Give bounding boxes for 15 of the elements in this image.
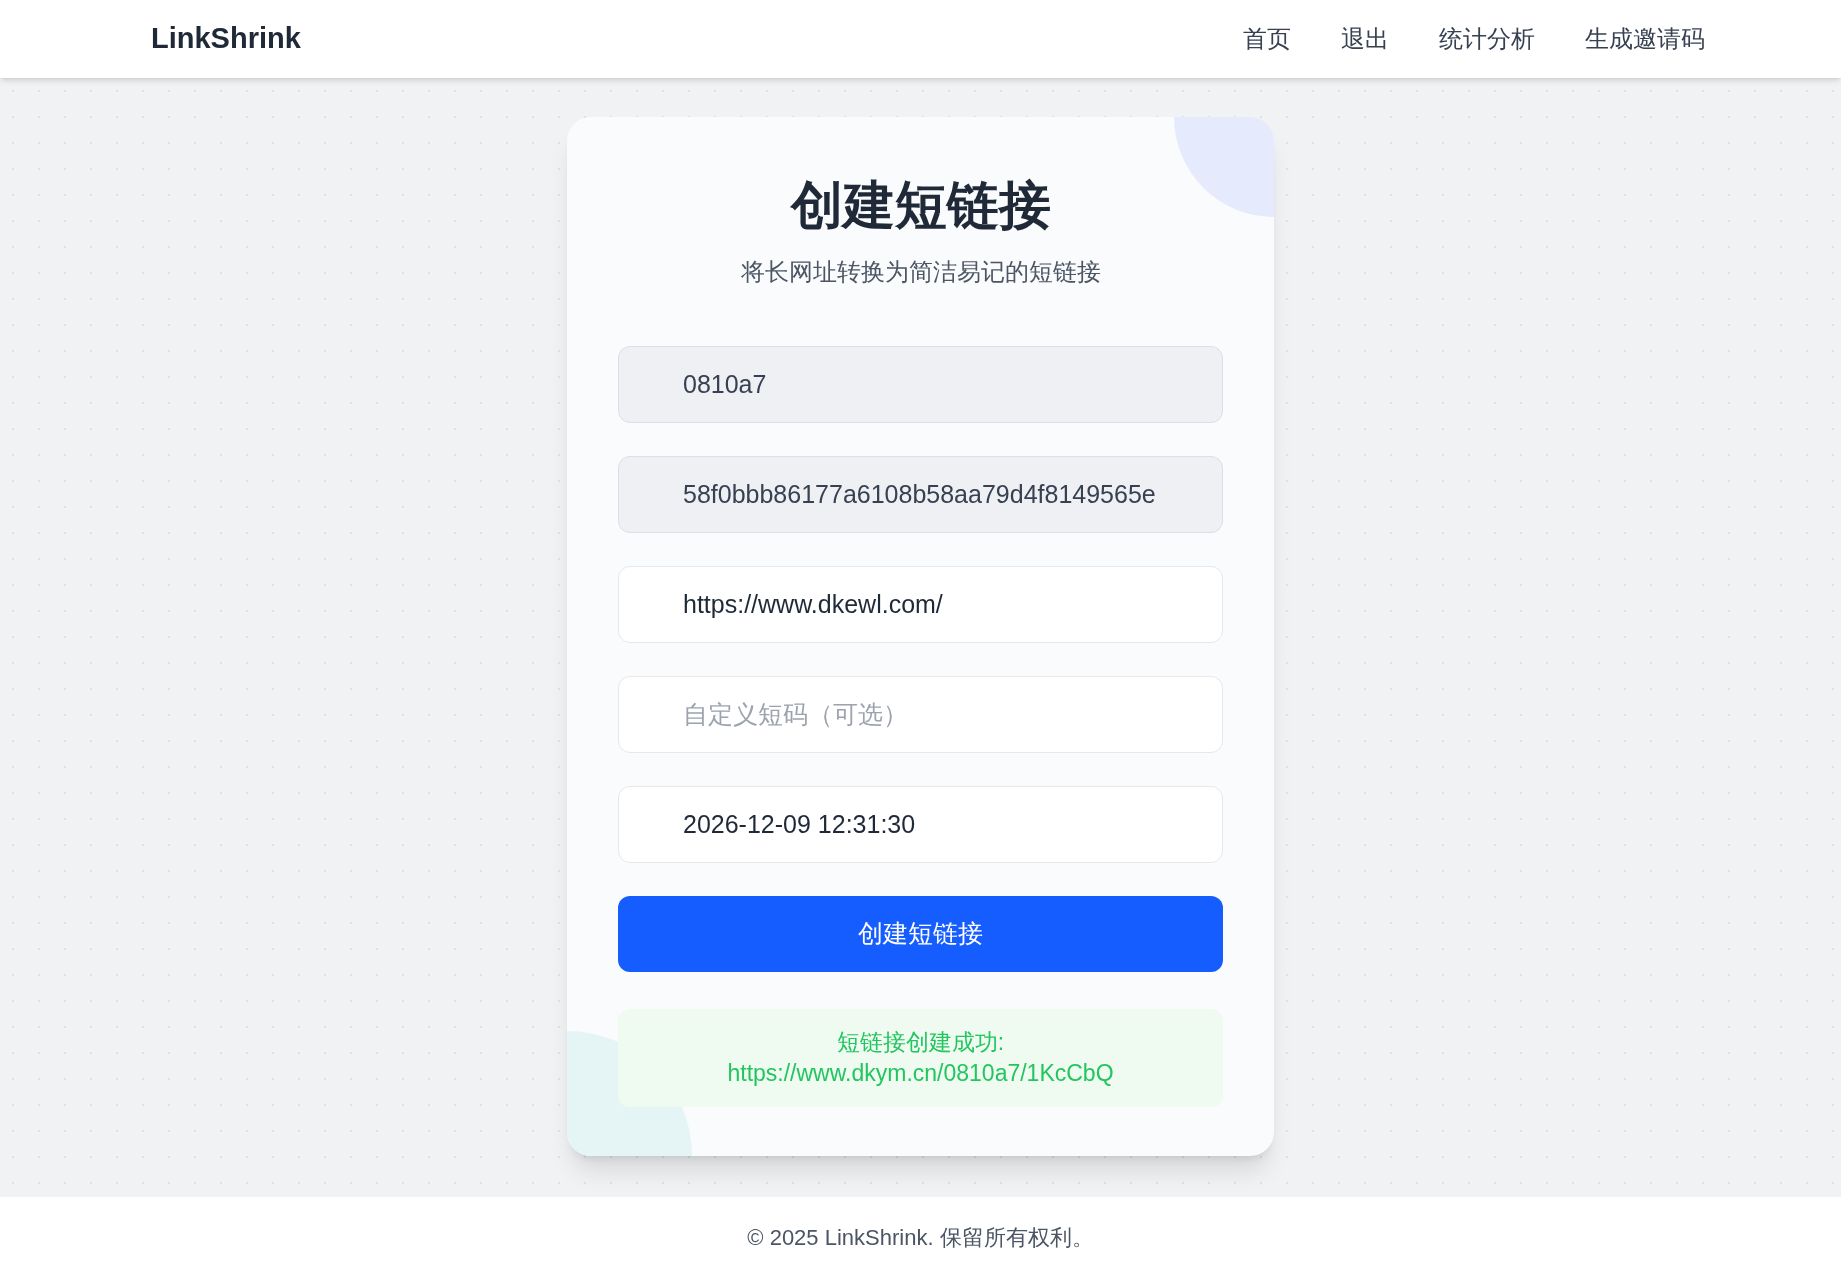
success-text: 短链接创建成功: bbox=[836, 1028, 1005, 1057]
copyright-text: © 2025 LinkShrink. 保留所有权利。 bbox=[747, 1224, 1094, 1252]
input-field[interactable]: 58f0bbb86177a6108b58aa79d4f8149565e bbox=[618, 456, 1223, 533]
input-field[interactable]: https://www.dkewl.com/ bbox=[618, 566, 1223, 643]
nav-link[interactable]: 退出 bbox=[1341, 21, 1389, 57]
input-field[interactable]: 2026-12-09 12:31:30 bbox=[618, 786, 1223, 863]
nav-link[interactable]: 统计分析 bbox=[1439, 21, 1535, 57]
card-subtitle: 将长网址转换为简洁易记的短链接 bbox=[740, 257, 1101, 287]
nav-link[interactable]: 生成邀请码 bbox=[1585, 21, 1705, 57]
nav-link[interactable]: 首页 bbox=[1243, 21, 1291, 57]
input-field[interactable]: 0810a7 bbox=[618, 346, 1223, 423]
card-title: 创建短链接 bbox=[790, 175, 1051, 236]
logo[interactable]: LinkShrink bbox=[151, 17, 301, 61]
create-link-button[interactable]: 创建短链接 bbox=[618, 896, 1223, 972]
input-field[interactable]: 自定义短码（可选） bbox=[618, 676, 1223, 753]
